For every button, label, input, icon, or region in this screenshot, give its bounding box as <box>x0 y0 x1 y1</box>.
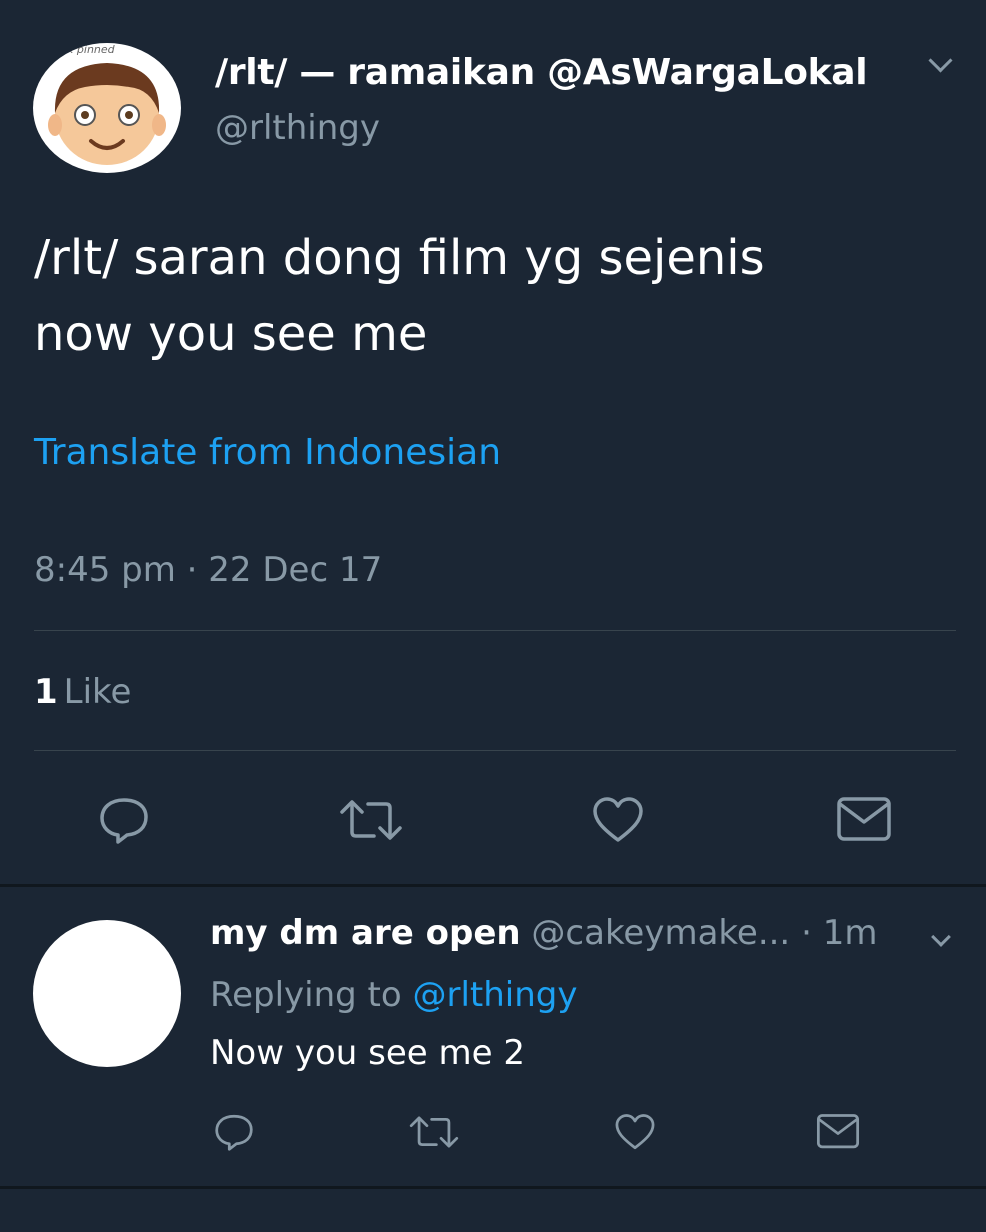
replying-mention-link[interactable]: @rlthingy <box>413 975 578 1015</box>
retweet-icon <box>409 1116 459 1148</box>
reply-handle[interactable]: @cakeymake... <box>531 913 790 953</box>
message-icon <box>816 1114 860 1149</box>
message-icon <box>837 797 891 841</box>
timestamp: 8:45 pm · 22 Dec 17 <box>34 550 383 590</box>
divider <box>34 630 956 631</box>
likes-count[interactable]: 1 Like <box>34 672 131 712</box>
reply-icon <box>100 798 148 844</box>
likes-number: 1 <box>34 672 58 712</box>
reply-time[interactable]: 1m <box>823 913 878 953</box>
display-name[interactable]: /rlt/ — ramaikan @AsWargaLokal <box>215 52 868 93</box>
separator-dot: · <box>801 913 812 953</box>
tweet-text: /rlt/ saran dong film yg sejenis now you… <box>34 220 964 372</box>
likes-label: Like <box>63 672 132 712</box>
reply-avatar[interactable] <box>33 920 181 1067</box>
retweet-icon <box>340 800 402 840</box>
replying-prefix: Replying to <box>210 975 402 1015</box>
reply-header: my dm are open @cakeymake... · 1m <box>210 913 877 953</box>
like-button[interactable] <box>590 792 646 848</box>
bottom-divider <box>0 1186 986 1189</box>
tweet-text-line: now you see me <box>34 306 428 362</box>
section-divider <box>0 884 986 887</box>
chevron-down-icon <box>928 48 953 73</box>
message-button[interactable] <box>814 1110 862 1154</box>
boy-face-icon <box>48 63 166 165</box>
divider <box>34 750 956 751</box>
like-icon <box>593 797 643 842</box>
avatar[interactable]: ck pinned <box>33 43 181 173</box>
tweet-text-line: /rlt/ saran dong film yg sejenis <box>34 230 765 286</box>
handle[interactable]: @rlthingy <box>215 108 380 148</box>
pinned-label: ck pinned <box>61 43 115 56</box>
retweet-button[interactable] <box>408 1110 460 1154</box>
reply-menu-button[interactable] <box>922 922 962 962</box>
like-icon <box>615 1114 655 1150</box>
translate-link[interactable]: Translate from Indonesian <box>34 432 501 473</box>
reply-icon <box>215 1114 253 1151</box>
retweet-button[interactable] <box>338 792 404 848</box>
reply-text: Now you see me 2 <box>210 1033 525 1073</box>
reply-display-name[interactable]: my dm are open <box>210 913 521 953</box>
reply-button[interactable] <box>212 1110 256 1154</box>
replying-to: Replying to @rlthingy <box>210 975 578 1015</box>
chevron-down-icon <box>931 927 951 947</box>
tweet-menu-button[interactable] <box>920 46 960 86</box>
like-button[interactable] <box>612 1110 658 1154</box>
message-button[interactable] <box>834 792 894 848</box>
reply-button[interactable] <box>96 792 152 848</box>
